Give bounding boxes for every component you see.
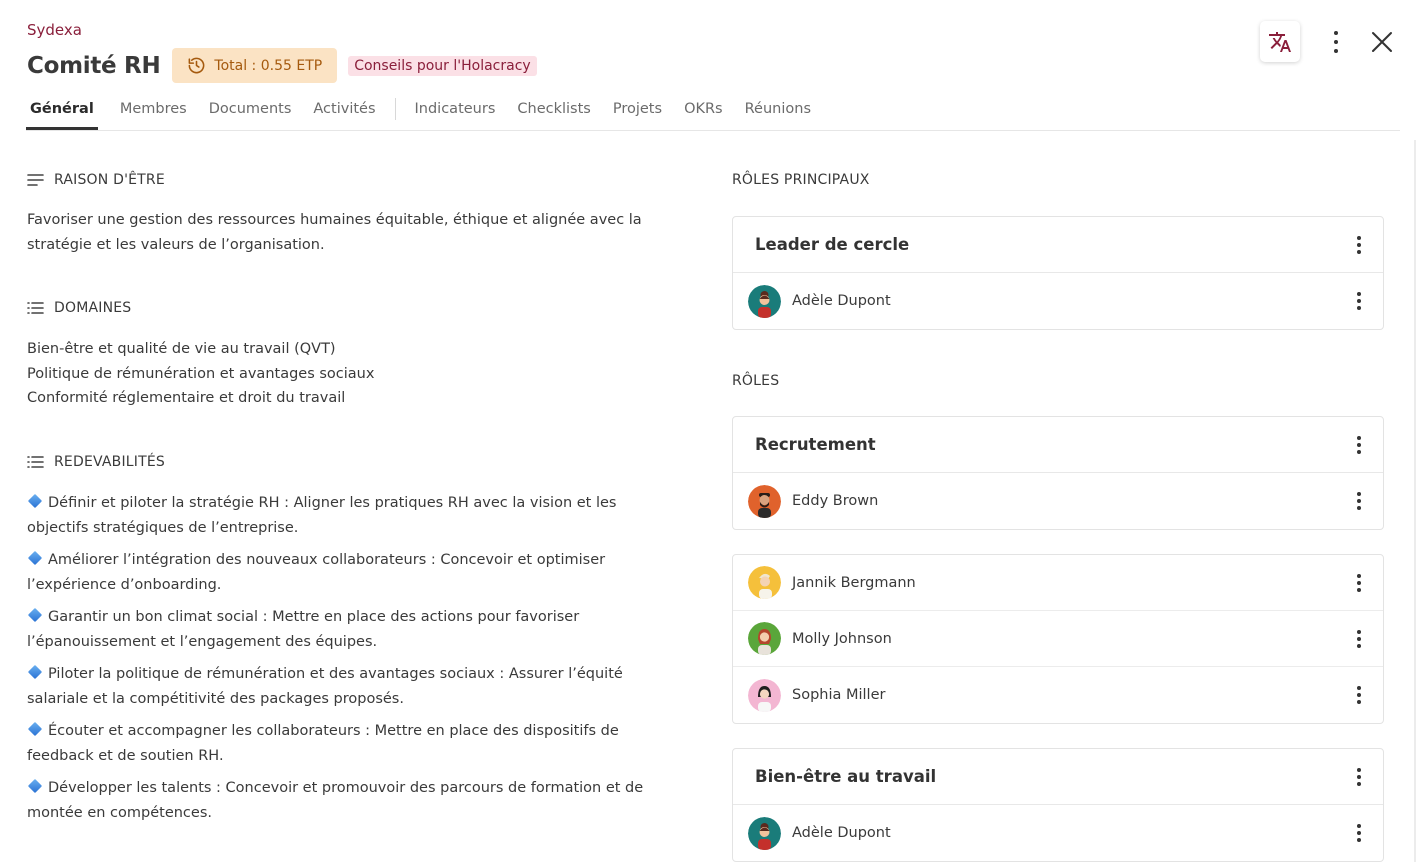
left-column: RAISON D'ÊTRE Favoriser une gestion des … bbox=[27, 168, 677, 833]
tab-checklists[interactable]: Checklists bbox=[517, 97, 590, 130]
avatar bbox=[748, 816, 781, 850]
avatar bbox=[748, 284, 781, 318]
close-button[interactable] bbox=[1364, 21, 1400, 62]
translate-icon bbox=[1269, 31, 1291, 52]
blue-diamond-icon bbox=[27, 607, 43, 622]
role-card-circle-leader: Leader de cercle Adèle Dupont bbox=[732, 216, 1384, 330]
header-title-row: Comité RH Total : 0.55 ETP Conseils pour… bbox=[27, 48, 537, 83]
member-row[interactable]: Adèle Dupont bbox=[733, 273, 1383, 329]
domains-heading: DOMAINES bbox=[27, 296, 677, 320]
domain-item: Conformité réglementaire et droit du tra… bbox=[27, 390, 346, 406]
accountability-item: Garantir un bon climat social : Mettre e… bbox=[27, 605, 677, 655]
role-title: Leader de cercle bbox=[755, 235, 910, 254]
blue-diamond-icon bbox=[27, 664, 43, 679]
accountabilities-heading: REDEVABILITÉS bbox=[27, 450, 677, 474]
domains-heading-label: DOMAINES bbox=[54, 300, 132, 316]
unassigned-members-card: Jannik Bergmann Molly Johnson Sophia Mil… bbox=[732, 554, 1384, 724]
accountability-text: Piloter la politique de rémunération et … bbox=[27, 665, 623, 707]
more-vert-icon[interactable] bbox=[1357, 292, 1361, 310]
history-icon bbox=[188, 57, 205, 74]
etp-badge-label: Total : 0.55 ETP bbox=[214, 57, 323, 74]
list-icon bbox=[27, 455, 44, 468]
blue-diamond-icon bbox=[27, 493, 43, 508]
avatar bbox=[748, 484, 781, 518]
accountability-item: Améliorer l’intégration des nouveaux col… bbox=[27, 548, 677, 598]
more-vert-icon[interactable] bbox=[1357, 629, 1361, 648]
more-vert-icon[interactable] bbox=[1357, 435, 1361, 454]
more-options-button[interactable] bbox=[1318, 21, 1354, 62]
accountabilities-list: Définir et piloter la stratégie RH : Ali… bbox=[27, 491, 677, 826]
accountability-item: Piloter la politique de rémunération et … bbox=[27, 662, 677, 712]
accountability-item: Définir et piloter la stratégie RH : Ali… bbox=[27, 491, 677, 541]
etp-badge[interactable]: Total : 0.55 ETP bbox=[172, 48, 338, 83]
blue-diamond-icon bbox=[27, 721, 43, 736]
role-card-recruitment: Recrutement Eddy Brown bbox=[732, 416, 1384, 530]
role-card-wellbeing: Bien-être au travail Adèle Dupont bbox=[732, 748, 1384, 862]
tab-projects[interactable]: Projets bbox=[613, 97, 662, 130]
accountability-text: Développer les talents : Concevoir et pr… bbox=[27, 779, 644, 821]
more-vert-icon[interactable] bbox=[1357, 686, 1361, 704]
avatar bbox=[748, 566, 781, 599]
role-title: Recrutement bbox=[755, 435, 876, 454]
more-vert-icon[interactable] bbox=[1357, 824, 1361, 842]
member-name: Eddy Brown bbox=[792, 493, 879, 509]
page-title: Comité RH bbox=[27, 52, 161, 79]
close-icon bbox=[1372, 31, 1392, 52]
roles-heading: RÔLES bbox=[732, 373, 780, 389]
member-name: Adèle Dupont bbox=[792, 825, 891, 841]
domains-list: Bien-être et qualité de vie au travail (… bbox=[27, 337, 677, 411]
more-vert-icon bbox=[1334, 30, 1338, 53]
tab-general[interactable]: Général bbox=[26, 97, 98, 130]
member-row[interactable]: Molly Johnson bbox=[733, 611, 1383, 667]
more-vert-icon[interactable] bbox=[1357, 235, 1361, 254]
list-icon bbox=[27, 302, 44, 314]
accountability-item: Développer les talents : Concevoir et pr… bbox=[27, 776, 677, 826]
accountability-item: Écouter et accompagner les collaborateur… bbox=[27, 719, 677, 769]
main-roles-heading: RÔLES PRINCIPAUX bbox=[732, 172, 870, 188]
purpose-text: Favoriser une gestion des ressources hum… bbox=[27, 212, 642, 253]
domain-item: Bien-être et qualité de vie au travail (… bbox=[27, 341, 336, 357]
member-row[interactable]: Adèle Dupont bbox=[733, 805, 1383, 861]
member-name: Sophia Miller bbox=[792, 687, 886, 703]
tab-divider bbox=[394, 98, 396, 120]
member-row[interactable]: Sophia Miller bbox=[733, 667, 1383, 723]
holacracy-link-badge[interactable]: Conseils pour l'Holacracy bbox=[348, 55, 537, 76]
more-vert-icon[interactable] bbox=[1357, 492, 1361, 510]
accountability-text: Écouter et accompagner les collaborateur… bbox=[27, 722, 619, 764]
avatar bbox=[748, 622, 781, 655]
tab-indicators[interactable]: Indicateurs bbox=[415, 97, 496, 130]
purpose-heading-label: RAISON D'ÊTRE bbox=[54, 172, 165, 188]
member-name: Jannik Bergmann bbox=[792, 574, 916, 591]
accountabilities-heading-label: REDEVABILITÉS bbox=[54, 453, 166, 470]
member-row[interactable]: Eddy Brown bbox=[733, 473, 1383, 529]
member-row[interactable]: Jannik Bergmann bbox=[733, 555, 1383, 611]
top-actions bbox=[1260, 21, 1400, 62]
tab-meetings[interactable]: Réunions bbox=[745, 97, 811, 130]
tab-members[interactable]: Membres bbox=[120, 97, 187, 130]
role-card-header[interactable]: Leader de cercle bbox=[733, 217, 1383, 273]
member-name: Adèle Dupont bbox=[792, 293, 891, 309]
tab-documents[interactable]: Documents bbox=[209, 97, 292, 130]
domain-item: Politique de rémunération et avantages s… bbox=[27, 365, 375, 382]
right-column: RÔLES PRINCIPAUX Leader de cercle Adèle … bbox=[732, 168, 1384, 862]
tab-bar: Général Membres Documents Activités Indi… bbox=[26, 97, 1400, 131]
member-name: Molly Johnson bbox=[792, 630, 892, 647]
translate-button[interactable] bbox=[1260, 21, 1300, 62]
more-vert-icon[interactable] bbox=[1357, 573, 1361, 592]
tab-okrs[interactable]: OKRs bbox=[684, 97, 723, 130]
accountability-text: Améliorer l’intégration des nouveaux col… bbox=[27, 551, 606, 593]
more-vert-icon[interactable] bbox=[1357, 767, 1361, 786]
org-name[interactable]: Sydexa bbox=[27, 21, 82, 39]
tab-activities[interactable]: Activités bbox=[313, 97, 375, 130]
accountability-text: Garantir un bon climat social : Mettre e… bbox=[27, 608, 580, 650]
purpose-heading: RAISON D'ÊTRE bbox=[27, 168, 677, 192]
role-card-header[interactable]: Recrutement bbox=[733, 417, 1383, 473]
role-title: Bien-être au travail bbox=[755, 767, 937, 786]
avatar bbox=[748, 678, 781, 712]
blue-diamond-icon bbox=[27, 778, 43, 793]
accountability-text: Définir et piloter la stratégie RH : Ali… bbox=[27, 494, 617, 536]
notes-icon bbox=[27, 174, 44, 186]
role-card-header[interactable]: Bien-être au travail bbox=[733, 749, 1383, 805]
blue-diamond-icon bbox=[27, 550, 43, 565]
